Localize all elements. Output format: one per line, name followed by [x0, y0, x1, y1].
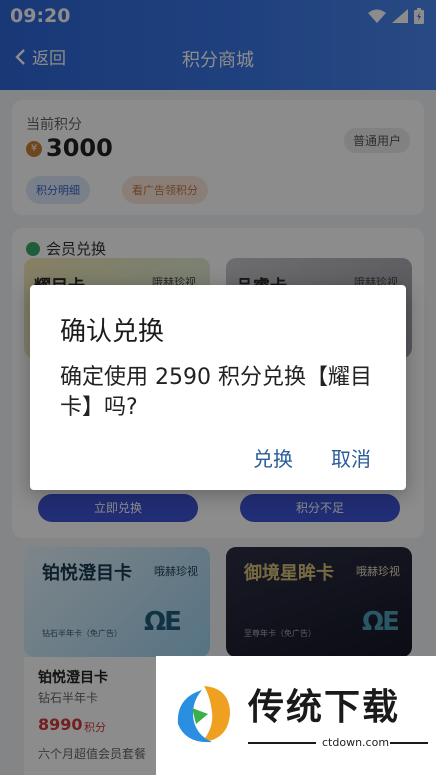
watermark: 传统下载 ctdown.com [156, 656, 436, 775]
site-logo-icon [177, 686, 230, 743]
dialog-message: 确定使用 2590 积分兑换【耀目卡】吗? [60, 365, 372, 420]
confirm-exchange-button[interactable]: 兑换 [253, 443, 293, 472]
dialog-title: 确认兑换 [60, 317, 165, 347]
cancel-button[interactable]: 取消 [331, 443, 371, 472]
watermark-url: ctdown.com [322, 736, 390, 749]
divider [390, 742, 428, 744]
confirm-dialog: 确认兑换 确定使用 2590 积分兑换【耀目卡】吗? 兑换 取消 [30, 285, 406, 490]
watermark-title: 传统下载 [248, 687, 401, 728]
divider [248, 742, 316, 744]
